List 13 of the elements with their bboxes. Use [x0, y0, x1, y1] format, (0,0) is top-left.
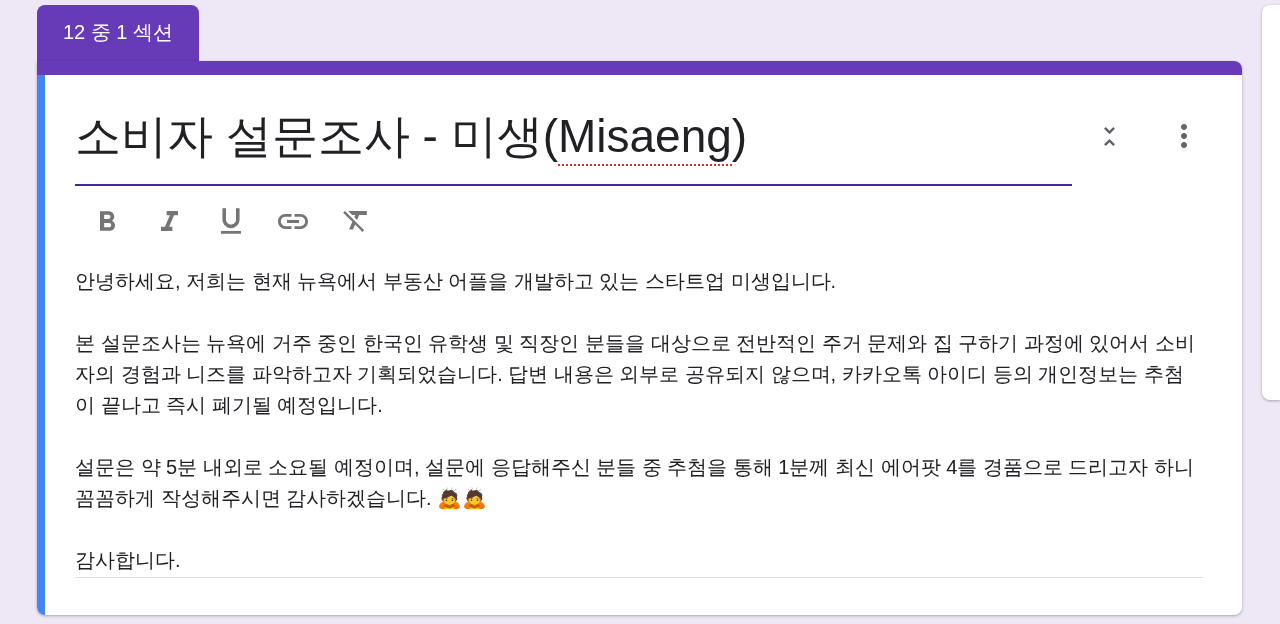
description-paragraph: 설문은 약 5분 내외로 소요될 예정이며, 설문에 응답해주신 분들 중 추첨을 통해 1분께 최신 에어팟 4를 경품으로 드리고자 하니 꼼꼼하게 작성해주시면 감사하겠습니다. 🙇🙇 — [75, 455, 1195, 512]
underline-icon[interactable] — [221, 208, 241, 234]
bold-icon[interactable] — [99, 211, 115, 231]
italic-icon[interactable] — [160, 211, 178, 231]
link-icon[interactable] — [278, 213, 308, 229]
clear-formatting-icon[interactable] — [343, 210, 367, 232]
collapse-icon[interactable] — [1103, 126, 1115, 146]
section-count-label: 12 중 1 섹션 — [37, 5, 199, 61]
title-field[interactable]: 소비자 설문조사 - 미생(Misaeng) — [75, 109, 1072, 186]
description-paragraph: 감사합니다. — [75, 548, 182, 573]
description-paragraph: 본 설문조사는 뉴욕에 거주 중인 한국인 유학생 및 직장인 분들을 대상으로 전반적인 주거 문제와 집 구하기 과정에 있어서 소비자의 경험과 니즈를 파악하고자 기획되었습니다. 답변 내용은 외부로 공유되지 않으며, 카카오톡 아이디 등의 개인정보는 추첨이 끝나고 즉시 폐기될 예정입니다. — [75, 331, 1197, 418]
description-paragraph: 안녕하세요, 저희는 현재 뉴욕에서 부동산 어플을 개발하고 있는 스타트업 미생입니다. — [75, 269, 838, 294]
more-options-icon[interactable] — [1181, 124, 1187, 148]
